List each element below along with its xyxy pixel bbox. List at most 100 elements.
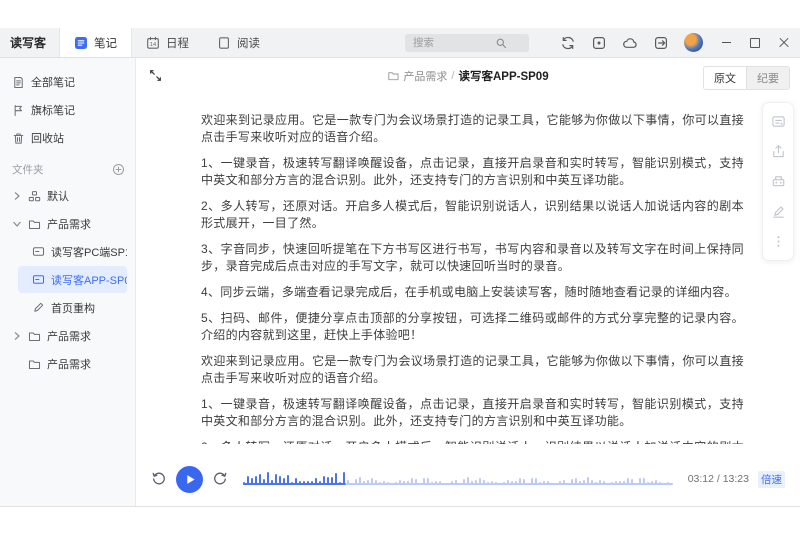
sidebar-item-all-notes[interactable]: 全部笔记 [0,68,135,96]
sidebar-item-flagged-notes[interactable]: 旗标笔记 [0,96,135,124]
titlebar: 读写客 笔记 14 日程 阅读 [0,28,800,58]
floating-window-icon[interactable] [591,35,607,51]
transcript-text: 欢迎来到记录应用。它是一款专门为会议场景打造的记录工具，它能够为你做以下事情，你… [201,112,744,444]
paragraph[interactable]: 2、多人转写，还原对话。开启多人模式后，智能识别说话人，识别结果以说话人加说话内… [201,198,744,232]
print-icon[interactable] [771,174,786,189]
sidebar-folder-product-requirements-1[interactable]: 产品需求 [0,210,135,238]
search-box[interactable] [405,34,529,52]
skip-forward-icon[interactable] [212,471,228,487]
minimize-button[interactable] [720,37,732,49]
calendar-day-number: 14 [150,42,156,48]
chevron-right-icon [12,191,22,201]
paragraph[interactable]: 5、扫码、邮件，便捷分享点击顶部的分享按钮，可选择二维码或邮件的方式分享完整的记… [201,310,744,344]
playback-time: 03:12 / 13:23 [688,473,749,485]
tab-notes[interactable]: 笔记 [59,28,132,57]
tab-label: 日程 [166,35,189,51]
sidebar-folder-default[interactable]: 默认 [0,182,135,210]
sidebar-item-label: 首页重构 [51,300,95,316]
sidebar-item-label: 读写客PC端SP10 [51,244,127,260]
user-avatar[interactable] [684,33,703,52]
share-icon[interactable] [771,144,786,159]
sidebar-item-label: 回收站 [31,130,64,146]
minimize-icon [722,42,731,43]
app-logo: 读写客 [0,28,59,57]
paragraph[interactable]: 1、一键录音，极速转写翻译唤醒设备，点击记录，直接开启录音和实时转写，智能识别模… [201,396,744,430]
marker-icon[interactable] [771,204,786,219]
sidebar-item-label: 默认 [47,188,69,204]
more-icon[interactable] [771,234,786,249]
page-title: 读写客APP-SP09 [458,68,548,84]
toggle-summary-button[interactable]: 纪要 [747,67,789,89]
toggle-original-button[interactable]: 原文 [704,67,747,89]
export-icon[interactable] [653,35,669,51]
sidebar-section-folders: 文件夹 [0,156,135,182]
flag-icon [12,104,25,117]
section-label: 文件夹 [12,162,44,177]
group-icon [28,190,41,203]
floating-toolbar [762,102,794,261]
maximize-icon [750,38,760,48]
chevron-down-icon [12,219,22,229]
breadcrumb-folder[interactable]: 产品需求 [403,68,447,84]
waveform-baseline-rest [346,483,673,485]
skip-back-icon[interactable] [151,471,167,487]
sync-icon[interactable] [560,35,576,51]
tab-reading[interactable]: 阅读 [203,28,274,57]
chevron-spacer [12,359,22,369]
notes-icon [74,36,88,50]
paragraph[interactable]: 2、多人转写，还原对话。开启多人模式后，智能识别说话人，识别结果以说话人加说话内… [201,439,744,444]
waveform-baseline-played [243,483,346,485]
main-area: 全部笔记 旗标笔记 回收站 文件夹 [0,58,800,506]
sidebar-item-label: 旗标笔记 [31,102,75,118]
chevron-right-icon [12,331,22,341]
view-toggle: 原文 纪要 [703,66,790,90]
breadcrumb-separator: / [451,70,454,82]
collapse-panel-icon[interactable] [149,69,162,82]
waveform[interactable] [243,470,673,488]
sidebar-note-homepage-refactor[interactable]: 首页重构 [18,294,127,321]
main-tabs: 笔记 14 日程 阅读 [59,28,274,57]
sidebar-item-trash[interactable]: 回收站 [0,124,135,152]
search-input[interactable] [411,36,495,50]
sidebar-item-label: 读写客APP-SP09 [51,272,127,288]
note-card-icon [32,245,45,258]
paragraph[interactable]: 1、一键录音，极速转写翻译唤醒设备，点击记录，直接开启录音和实时转写，智能识别模… [201,155,744,189]
add-folder-icon[interactable] [112,163,125,176]
sidebar-folder-product-requirements-3[interactable]: 产品需求 [0,350,135,378]
sidebar-note-app-sp09[interactable]: 读写客APP-SP09 [18,266,127,293]
content-header: 产品需求 / 读写客APP-SP09 原文 纪要 [136,58,800,94]
sidebar-item-label: 全部笔记 [31,74,75,90]
tab-label: 笔记 [94,35,117,51]
paragraph[interactable]: 3、字音同步，快速回听提笔在下方书写区进行书写，书写内容和录音以及转写文字在时间… [201,241,744,275]
note-card-tool-icon[interactable] [771,114,786,129]
maximize-button[interactable] [749,37,761,49]
tab-label: 阅读 [237,35,260,51]
play-icon [185,474,196,485]
calendar-icon: 14 [146,36,160,50]
pencil-icon [32,301,45,314]
note-card-icon [32,273,45,286]
titlebar-spacer [274,28,405,57]
sidebar-note-pc-sp10[interactable]: 读写客PC端SP10 [18,238,127,265]
close-icon [779,38,789,48]
sidebar-item-label: 产品需求 [47,356,91,372]
folder-icon [28,358,41,371]
paragraph[interactable]: 欢迎来到记录应用。它是一款专门为会议场景打造的记录工具，它能够为你做以下事情，你… [201,112,744,146]
playback-speed-button[interactable]: 倍速 [758,471,785,488]
folder-icon [28,330,41,343]
trash-icon [12,132,25,145]
sidebar: 全部笔记 旗标笔记 回收站 文件夹 [0,58,136,506]
folder-icon [387,70,399,82]
paragraph[interactable]: 欢迎来到记录应用。它是一款专门为会议场景打造的记录工具，它能够为你做以下事情，你… [201,353,744,387]
titlebar-actions [405,28,800,57]
note-content: 产品需求 / 读写客APP-SP09 原文 纪要 [136,58,800,506]
paragraph[interactable]: 4、同步云端，多端查看记录完成后，在手机或电脑上安装读写客，随时随地查看记录的详… [201,284,744,301]
breadcrumb: 产品需求 / 读写客APP-SP09 [387,68,548,84]
folder-icon [28,218,41,231]
close-button[interactable] [778,37,790,49]
cloud-icon[interactable] [622,35,638,51]
sidebar-folder-product-requirements-2[interactable]: 产品需求 [0,322,135,350]
tab-schedule[interactable]: 14 日程 [132,28,203,57]
play-button[interactable] [176,466,203,493]
document-icon [12,76,25,89]
